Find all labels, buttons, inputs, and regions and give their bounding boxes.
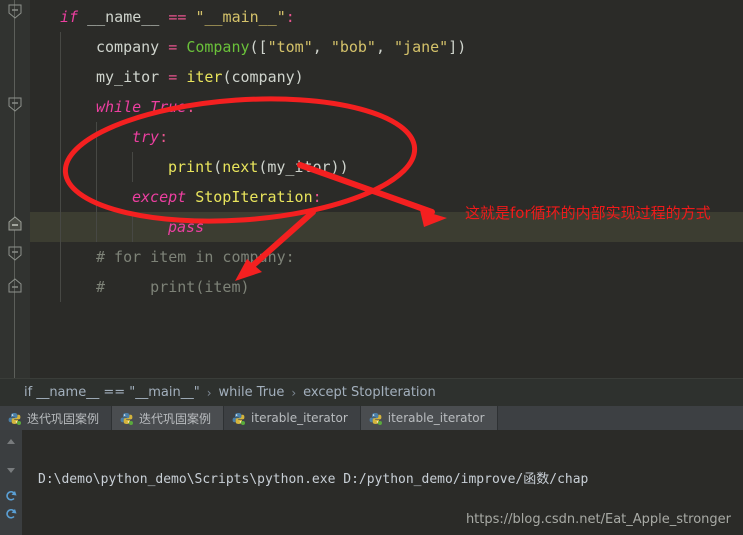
code-token: "bob": [330, 38, 376, 56]
code-token: ,: [375, 38, 395, 56]
indent-guide: [60, 272, 61, 302]
fold-marker-icon[interactable]: [6, 216, 24, 232]
code-line: try:: [30, 122, 743, 152]
code-token: if: [60, 8, 88, 26]
indent-guide: [96, 182, 97, 212]
python-file-icon: [369, 412, 382, 425]
code-token: (my_itor)): [258, 158, 349, 176]
code-line: my_itor = iter(company): [30, 62, 743, 92]
code-token: __name__: [87, 8, 169, 26]
indent-guide: [132, 212, 133, 242]
indent-guide: [132, 152, 133, 182]
indent-guide: [60, 92, 61, 122]
code-token: iter: [186, 68, 223, 86]
code-text[interactable]: if __name__ == "__main__": company = Comp…: [30, 0, 743, 302]
code-token: # for item in company:: [96, 248, 295, 266]
indent-guide: [60, 32, 61, 62]
code-token: next: [222, 158, 259, 176]
code-line: # for item in company:: [30, 242, 743, 272]
code-token: Company: [186, 38, 250, 56]
code-token: my_itor: [96, 68, 160, 86]
pycharm-window: if __name__ == "__main__": company = Comp…: [0, 0, 743, 535]
code-token: # print(item): [96, 278, 250, 296]
code-token: "tom": [267, 38, 313, 56]
breadcrumb[interactable]: if __name__ == "__main__" › while True › exc…: [0, 378, 743, 406]
watermark: https://blog.csdn.net/Eat_Apple_stronger: [465, 512, 731, 527]
indent-guide: [60, 182, 61, 212]
code-token: =: [159, 68, 187, 86]
editor-tab[interactable]: iterable_iterator: [224, 406, 361, 430]
console-command-line: D:\demo\python_demo\Scripts\python.exe D…: [38, 472, 589, 487]
scroll-down-icon[interactable]: [4, 462, 18, 476]
indent-guide: [60, 242, 61, 272]
indent-guide: [60, 212, 61, 242]
editor-tab-label: 迭代巩固案例: [27, 411, 100, 426]
editor-tab-label: 迭代巩固案例: [139, 411, 212, 426]
console-toolbar[interactable]: [0, 430, 22, 535]
code-token: ([: [249, 38, 268, 56]
fold-marker-icon[interactable]: [6, 97, 24, 113]
breadcrumb-item[interactable]: if __name__ == "__main__": [24, 385, 200, 400]
editor-tab-bar[interactable]: 迭代巩固案例 迭代巩固案例 iterable_iterator iterable_it…: [0, 406, 743, 430]
code-token: pass: [168, 218, 205, 236]
code-line: company = Company(["tom", "bob", "jane"]…: [30, 32, 743, 62]
code-line: print(next(my_itor)): [30, 152, 743, 182]
code-line: # print(item): [30, 272, 743, 302]
code-token: print: [168, 158, 214, 176]
code-line: while True:: [30, 92, 743, 122]
code-token: (: [213, 158, 223, 176]
python-file-icon: [120, 412, 134, 425]
editor-gutter[interactable]: [0, 0, 30, 378]
indent-guide: [96, 212, 97, 242]
indent-guide: [60, 122, 61, 152]
editor-tab[interactable]: 迭代巩固案例: [0, 406, 113, 430]
breadcrumb-separator: ›: [291, 385, 297, 400]
scroll-up-icon[interactable]: [4, 434, 18, 448]
editor-tab[interactable]: 迭代巩固案例: [112, 406, 225, 430]
python-file-icon: [232, 412, 246, 425]
code-token: (company): [222, 68, 304, 86]
code-token: "jane": [394, 38, 449, 56]
annotation-text: 这就是for循环的内部实现过程的方式: [465, 204, 711, 222]
code-token: company: [96, 38, 169, 56]
code-token: :: [159, 128, 169, 146]
breadcrumb-item[interactable]: except StopIteration: [303, 385, 436, 400]
code-token: try: [132, 128, 160, 146]
code-token: while: [96, 98, 151, 116]
code-token: ]): [448, 38, 467, 56]
code-token: "__main__": [195, 8, 286, 26]
code-token: =: [168, 38, 187, 56]
breadcrumb-item[interactable]: while True: [219, 385, 285, 400]
editor-tab[interactable]: iterable_iterator: [360, 406, 498, 430]
code-token: :: [285, 8, 295, 26]
code-token: :: [186, 98, 196, 116]
code-editor[interactable]: if __name__ == "__main__": company = Comp…: [0, 0, 743, 378]
indent-guide: [60, 152, 61, 182]
indent-guide: [96, 122, 97, 152]
code-token: ,: [312, 38, 331, 56]
code-token: ==: [168, 8, 196, 26]
soft-wrap-icon[interactable]: [4, 506, 18, 520]
code-token: True: [150, 98, 187, 116]
fold-marker-icon[interactable]: [6, 278, 24, 294]
python-file-icon: [8, 412, 21, 425]
code-token: except: [132, 188, 196, 206]
code-line: if __name__ == "__main__":: [30, 2, 743, 32]
breadcrumb-separator: ›: [206, 385, 212, 400]
gutter-guide-line: [14, 0, 15, 378]
fold-marker-icon[interactable]: [6, 246, 24, 262]
code-token: StopIteration: [195, 188, 313, 206]
rerun-icon[interactable]: [4, 488, 18, 502]
fold-marker-icon[interactable]: [6, 4, 24, 20]
code-token: :: [312, 188, 322, 206]
editor-tab-label: iterable_iterator: [251, 411, 348, 425]
editor-tab-label: iterable_iterator: [387, 411, 485, 425]
indent-guide: [60, 62, 61, 92]
indent-guide: [96, 152, 97, 182]
